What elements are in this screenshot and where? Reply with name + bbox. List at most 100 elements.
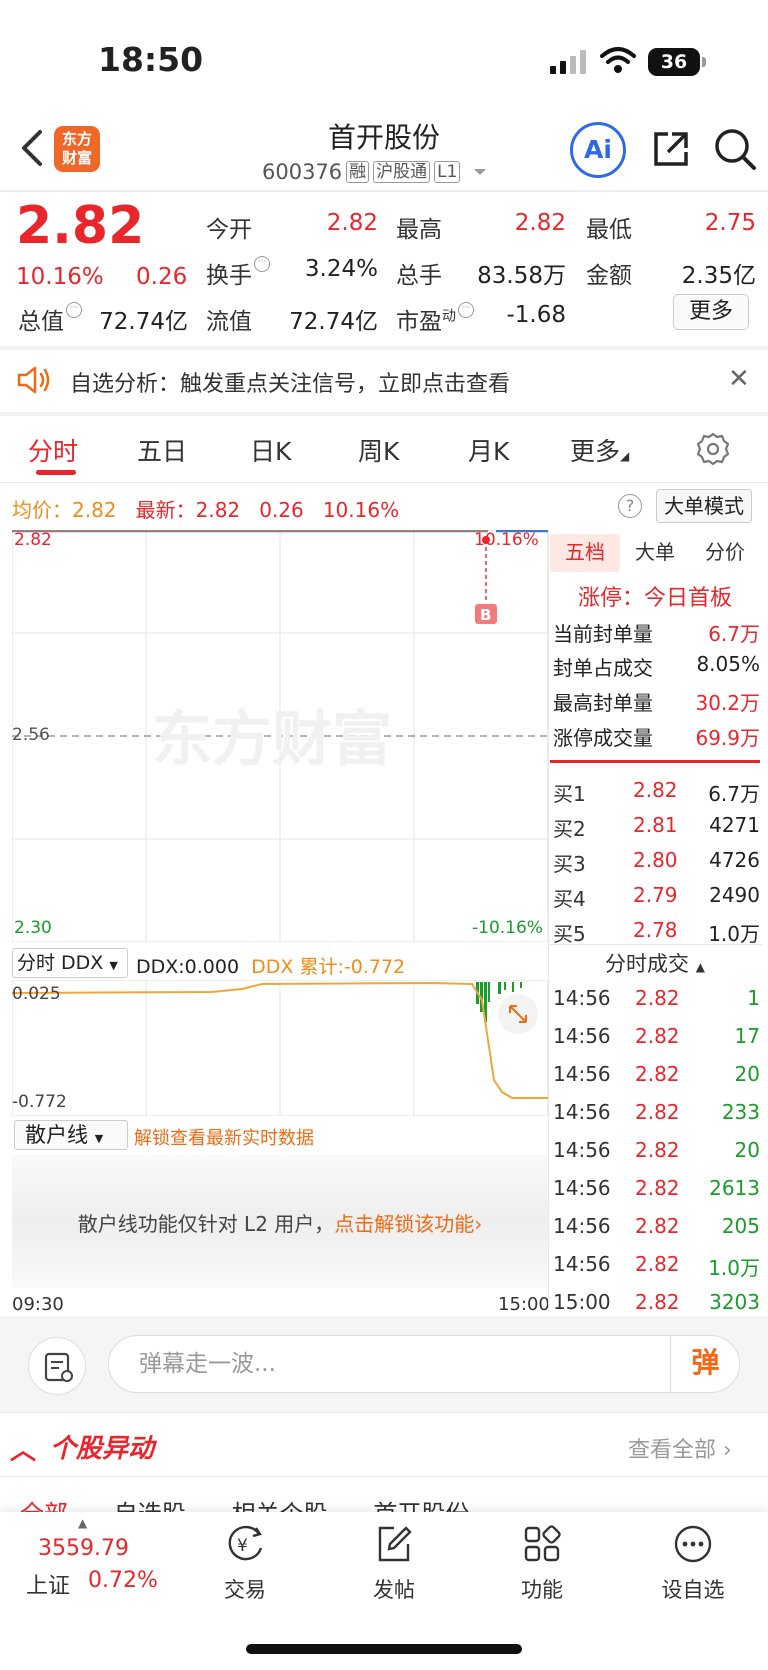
nav-post-label: 发帖 [373, 1578, 415, 1602]
trade-price: 2.82 [635, 1138, 680, 1162]
more-dots-icon [674, 1525, 712, 1563]
turnover-value: 3.24% [304, 256, 378, 282]
edit-icon [378, 1526, 412, 1562]
chevron-up-icon[interactable]: ︿ [10, 1430, 36, 1467]
float-label: 流值 [206, 309, 252, 335]
latest-value: 2.82 [195, 498, 241, 522]
index-name[interactable]: 上证 [26, 1568, 70, 1600]
retail-line-select[interactable]: 散户线 ▼ [14, 1120, 128, 1150]
trade-qty: 20 [734, 1138, 760, 1162]
search-icon[interactable] [712, 126, 758, 172]
trade-time: 14:56 [553, 1252, 611, 1276]
view-all-link[interactable]: 查看全部 › [628, 1432, 732, 1464]
seal-stat-row: 当前封单量 6.7万 [553, 618, 760, 647]
index-percent[interactable]: 0.72% [88, 1568, 158, 1593]
high-label: 最高 [396, 217, 442, 243]
status-time: 18:50 [98, 40, 204, 79]
open-value: 2.82 [326, 210, 378, 236]
tab-more[interactable]: 更多◢ [570, 432, 629, 468]
ddx-indicator-select[interactable]: 分时 DDX ▼ [12, 948, 128, 978]
tab-intraday[interactable]: 分时 [28, 432, 78, 468]
caret-down-icon: ▼ [94, 1132, 104, 1145]
mktcap-label[interactable]: 总值··· [18, 302, 82, 336]
intraday-chart[interactable]: 东方财富 B [12, 530, 548, 942]
trade-price: 2.82 [635, 1062, 680, 1086]
tab-big-orders[interactable]: 大单 [620, 534, 690, 572]
amount-value: 2.35亿 [681, 263, 756, 289]
nav-add-watchlist-label: 设自选 [661, 1578, 725, 1602]
stat-value: 30.2万 [695, 691, 760, 715]
turnover-label[interactable]: 换手··· [206, 256, 270, 290]
trade-time: 14:56 [553, 1062, 611, 1086]
close-icon[interactable]: ✕ [728, 364, 750, 394]
tab-five-levels[interactable]: 五档 [550, 534, 620, 572]
retail-link-text: 点击解锁该功能 [334, 1212, 475, 1236]
change-percent: 10.16% [16, 264, 104, 290]
trades-header[interactable]: 分时成交 ▲ [550, 948, 760, 978]
pe-value: -1.68 [506, 302, 566, 328]
help-icon[interactable]: ? [618, 494, 642, 518]
pe-label[interactable]: 市盈动··· [396, 302, 474, 336]
triangle-icon: ◢ [620, 449, 630, 463]
pe-superscript: 动 [442, 308, 456, 325]
ddx-axis-bottom: -0.772 [12, 1092, 67, 1112]
alert-text[interactable]: 自选分析：触发重点关注信号，立即点击查看 [70, 366, 510, 398]
tab-weekly[interactable]: 周K [358, 432, 399, 468]
y-axis-top: 2.82 [14, 530, 52, 550]
danmu-input[interactable]: 弹幕走一波... [108, 1335, 740, 1393]
big-order-mode-button[interactable]: 大单模式 [656, 489, 752, 523]
bid-qty: 2490 [709, 883, 760, 907]
stat-value: 6.7万 [708, 622, 760, 646]
nav-functions[interactable]: 功能 [487, 1522, 597, 1604]
seal-stat-row: 涨停成交量 69.9万 [553, 722, 760, 751]
low-value: 2.75 [704, 210, 756, 236]
trade-qty: 3203 [709, 1290, 760, 1314]
trade-qty: 1 [747, 986, 760, 1010]
trade-qty: 205 [721, 1214, 760, 1238]
ddx-chart[interactable] [12, 980, 548, 1116]
trade-qty: 233 [721, 1100, 760, 1124]
battery-tip [702, 57, 706, 67]
retail-line-message: 散户线功能仅针对 L2 用户，点击解锁该功能› [12, 1208, 548, 1237]
nav-add-watchlist[interactable]: 设自选 [638, 1522, 748, 1604]
tab-price-distribution[interactable]: 分价 [690, 534, 760, 572]
tab-monthly[interactable]: 月K [468, 432, 509, 468]
gear-icon[interactable] [696, 432, 730, 466]
bid-price: 2.78 [633, 918, 678, 942]
ddx-axis-top: 0.025 [12, 984, 61, 1004]
nav-trade[interactable]: ¥ 交易 [190, 1522, 300, 1604]
buy-marker-text: B [480, 606, 491, 624]
note-icon[interactable] [28, 1337, 86, 1395]
tab-5day[interactable]: 五日 [137, 432, 187, 468]
index-value[interactable]: 3559.79 [38, 1536, 129, 1561]
volume-label: 总手 [396, 263, 442, 289]
nav-post[interactable]: 发帖 [339, 1522, 449, 1604]
turnover-label-text: 换手 [206, 263, 252, 289]
danmu-send-button[interactable]: 弹 [670, 1335, 740, 1393]
bid-label: 买5 [553, 922, 586, 946]
caret-up-icon: ▲ [695, 960, 705, 974]
tab-daily[interactable]: 日K [250, 432, 291, 468]
stat-value: 8.05% [696, 652, 760, 676]
retail-unlock-link[interactable]: 解锁查看最新实时数据 [134, 1124, 314, 1150]
wifi-icon [600, 47, 636, 73]
note-icon-glyph [44, 1352, 73, 1382]
share-icon[interactable] [650, 128, 692, 170]
trade-qty: 2613 [709, 1176, 760, 1200]
panel-divider [548, 530, 549, 1312]
tag-connect: 沪股通 [373, 161, 431, 183]
trades-header-label: 分时成交 [605, 952, 690, 976]
retail-unlock-feature-link[interactable]: 点击解锁该功能› [334, 1212, 482, 1236]
stock-code-row[interactable]: 600376 融 沪股通 L1 [262, 160, 488, 184]
avg-label: 均价： [12, 498, 72, 522]
time-axis-end: 15:00 [498, 1294, 550, 1315]
high-value: 2.82 [514, 210, 566, 236]
more-quote-button[interactable]: 更多 [673, 294, 749, 330]
info-icon: ··· [66, 302, 82, 318]
movers-tabs: 全部 自选股 相关个股 首开股份 [20, 1494, 469, 1514]
latest-percent: 10.16% [322, 498, 400, 522]
trade-time: 14:56 [553, 1138, 611, 1162]
nav-trade-label: 交易 [224, 1578, 266, 1602]
ai-assistant-button[interactable]: Ai [570, 122, 626, 178]
trade-time: 14:56 [553, 1214, 611, 1238]
